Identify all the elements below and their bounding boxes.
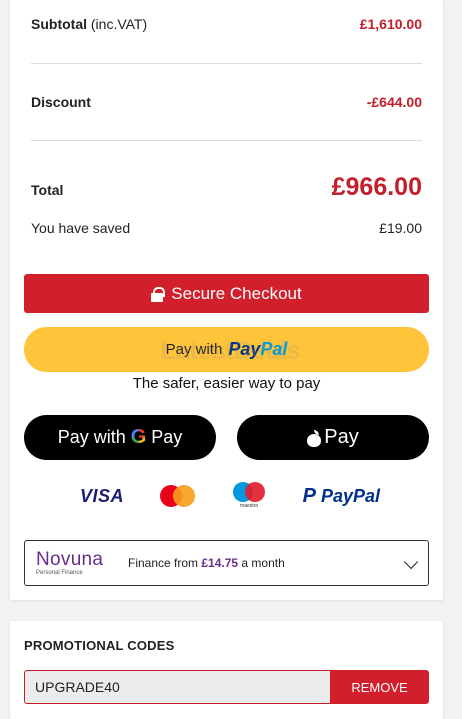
paypal-with-label: Pay with	[165, 341, 223, 358]
divider	[31, 63, 422, 64]
chevron-down-icon	[403, 554, 419, 570]
subtotal-row: Subtotal (inc.VAT) £1,610.00	[31, 16, 422, 32]
remove-promo-button[interactable]: REMOVE	[330, 670, 429, 704]
discount-row: Discount -£644.00	[31, 94, 422, 110]
saved-value: £19.00	[379, 220, 422, 236]
secure-checkout-button[interactable]: Secure Checkout	[24, 274, 429, 313]
lock-icon	[151, 286, 166, 302]
paypal-icon: P PayPal	[302, 484, 380, 507]
divider	[31, 140, 422, 141]
promo-title: PROMOTIONAL CODES	[24, 638, 175, 653]
paypal-tagline: The safer, easier way to pay	[132, 375, 321, 392]
paypal-logo: PayPal	[228, 339, 288, 359]
finance-text: Finance from £14.75 a month	[128, 556, 285, 570]
subtotal-label: Subtotal (inc.VAT)	[31, 16, 148, 32]
discount-label: Discount	[31, 94, 91, 110]
finance-dropdown[interactable]: Novuna Personal Finance Finance from £14…	[24, 540, 429, 586]
visa-icon: VISA	[80, 485, 125, 506]
saved-row: You have saved £19.00	[31, 220, 422, 236]
total-value: £966.00	[331, 173, 422, 201]
total-label: Total	[31, 182, 64, 198]
maestro-icon: maestro	[231, 482, 267, 510]
saved-label: You have saved	[31, 220, 131, 236]
google-g-icon: G	[130, 426, 147, 448]
discount-value: -£644.00	[366, 94, 422, 110]
total-row: Total £966.00	[31, 173, 422, 202]
applepay-label: Pay	[324, 426, 359, 448]
gpay-with-label: Pay with	[57, 427, 126, 447]
promo-code-input[interactable]	[24, 670, 330, 704]
paypal-button[interactable]: Pay with PayPal	[24, 327, 429, 372]
apple-icon	[307, 429, 322, 447]
secure-checkout-label: Secure Checkout	[171, 283, 302, 303]
promo-codes-card: PROMOTIONAL CODES REMOVE	[10, 621, 443, 719]
order-summary-card: Subtotal (inc.VAT) £1,610.00 Discount -£…	[10, 0, 443, 600]
google-pay-button[interactable]: Pay with G Pay	[24, 415, 216, 460]
subtotal-value: £1,610.00	[359, 16, 422, 32]
gpay-pay-label: Pay	[151, 427, 183, 447]
payment-methods: VISA maestro P PayPal	[80, 482, 380, 510]
novuna-logo: Novuna Personal Finance	[36, 549, 104, 577]
mastercard-icon	[159, 485, 196, 507]
apple-pay-button[interactable]: Pay	[237, 415, 429, 460]
